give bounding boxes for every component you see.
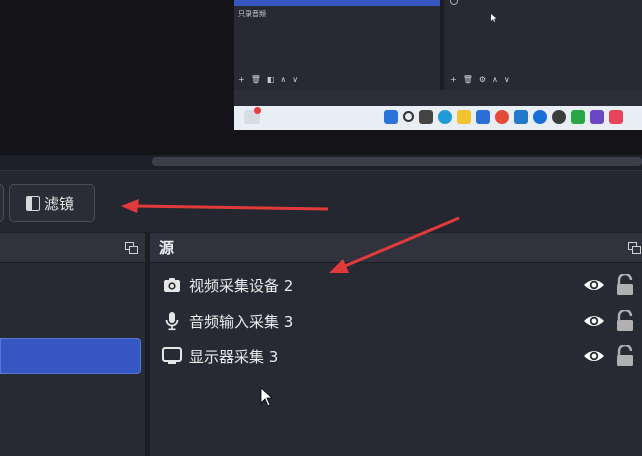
- inner-source-icon: [450, 0, 458, 5]
- inner-up-icon: ∧: [492, 74, 498, 84]
- inner-folder-icon: [457, 110, 471, 124]
- inner-search-icon: [403, 111, 414, 122]
- inner-add-icon: +: [238, 74, 245, 84]
- filter-icon: [26, 195, 40, 211]
- source-item[interactable]: 视频采集设备 2: [150, 268, 642, 302]
- inner-scenes-toolbar: + 🗑 ◧ ∧ ∨: [238, 72, 298, 86]
- inner-delete-icon: 🗑: [250, 74, 261, 84]
- source-item[interactable]: 显示器采集 3: [150, 339, 642, 373]
- visibility-eye-icon[interactable]: [583, 345, 605, 367]
- inner-obs-icon: [552, 110, 566, 124]
- undock-icon[interactable]: [125, 242, 138, 254]
- inner-up-icon: ∧: [280, 74, 287, 84]
- source-label: 音频输入采集 3: [189, 312, 294, 331]
- sources-header: 源: [150, 233, 642, 263]
- source-label: 显示器采集 3: [189, 347, 279, 366]
- lock-icon[interactable]: [615, 343, 635, 367]
- source-label: 视频采集设备 2: [189, 276, 294, 295]
- monitor-icon: [162, 346, 182, 366]
- inner-down-icon: ∨: [292, 74, 299, 84]
- inner-down-icon: ∨: [503, 74, 510, 84]
- microphone-icon: [162, 311, 182, 331]
- inner-vscode-icon: [514, 110, 528, 124]
- scene-item-selected[interactable]: [0, 338, 141, 374]
- preview-scrollbar-thumb[interactable]: [152, 157, 642, 166]
- inner-filter-icon: ◧: [266, 74, 275, 84]
- inner-gear-icon: ⚙: [478, 74, 487, 84]
- source-item[interactable]: 音频输入采集 3: [150, 304, 642, 338]
- inner-app-icon: [533, 110, 547, 124]
- filters-button-label: 滤镜: [44, 194, 75, 213]
- undock-icon[interactable]: [628, 242, 641, 254]
- lock-icon[interactable]: [615, 308, 635, 332]
- visibility-eye-icon[interactable]: [583, 274, 605, 296]
- inner-scene-selected: [234, 0, 440, 6]
- filters-button[interactable]: 滤镜: [9, 184, 95, 222]
- inner-start-icon: [384, 110, 398, 124]
- inner-edge-icon: [438, 110, 452, 124]
- properties-button[interactable]: [0, 184, 4, 222]
- inner-sources-toolbar: + 🗑 ⚙ ∧ ∨: [450, 72, 510, 86]
- scenes-panel: [0, 233, 145, 456]
- sources-panel: 源 视频采集设备 2 音频输入采集 3 显示器采集 3: [150, 233, 642, 456]
- inner-taskview-icon: [419, 110, 433, 124]
- captured-screen-preview: 只录音频 + 🗑 ◧ ∧ ∨ + 🗑 ⚙ ∧ ∨: [234, 0, 642, 130]
- inner-taskbar-apps: [384, 110, 623, 124]
- inner-scene-label: 只录音频: [238, 10, 266, 18]
- inner-chrome-icon: [495, 110, 509, 124]
- camera-icon: [162, 275, 182, 295]
- inner-scenes-panel: 只录音频 + 🗑 ◧ ∧ ∨: [234, 0, 440, 90]
- inner-add-icon: +: [450, 74, 457, 84]
- visibility-eye-icon[interactable]: [583, 310, 605, 332]
- inner-store-icon: [476, 110, 490, 124]
- inner-wechat-icon: [571, 110, 585, 124]
- sources-title: 源: [159, 239, 175, 257]
- obs-window: 只录音频 + 🗑 ◧ ∧ ∨ + 🗑 ⚙ ∧ ∨ 滤镜 源 视频采集设备 2 音…: [0, 0, 642, 456]
- inner-notification-badge: [254, 107, 261, 114]
- inner-app2-icon: [590, 110, 604, 124]
- inner-delete-icon: 🗑: [462, 74, 473, 84]
- lock-icon[interactable]: [615, 272, 635, 296]
- inner-taskbar: [234, 106, 642, 130]
- inner-app3-icon: [609, 110, 623, 124]
- inner-sources-panel: + 🗑 ⚙ ∧ ∨: [444, 0, 642, 90]
- controls-row: [0, 170, 642, 232]
- scenes-header: [0, 233, 145, 263]
